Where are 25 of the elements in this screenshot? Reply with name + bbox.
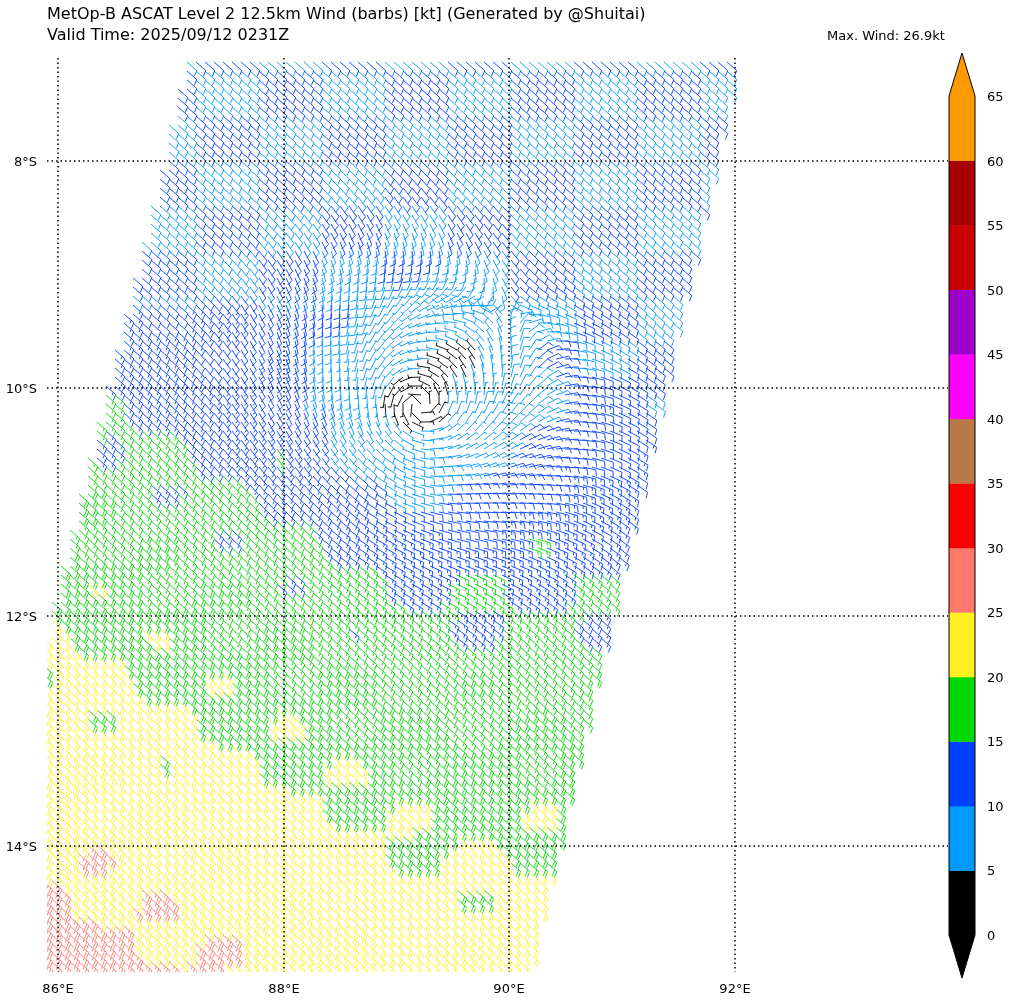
axis-tick-label: 86°E xyxy=(42,981,74,996)
colorbar-tick-label: 35 xyxy=(987,476,1004,492)
colorbar-tick-label: 50 xyxy=(987,282,1004,298)
axis-tick-label: 14°S xyxy=(5,839,37,854)
max-wind-text: Max. Wind: 26.9kt xyxy=(827,28,945,43)
colorbar-tick-label: 65 xyxy=(987,89,1004,104)
colorbar-tick-label: 55 xyxy=(987,218,1004,234)
chart-title: MetOp-B ASCAT Level 2 12.5km Wind (barbs) [kt] (Generated by @Shuitai) xyxy=(47,4,646,23)
colorbar-tick-label: 20 xyxy=(987,669,1004,685)
axis-tick-label: 12°S xyxy=(5,609,37,624)
colorbar-tick-label: 25 xyxy=(987,605,1004,621)
colorbar-tick-label: 30 xyxy=(987,540,1004,556)
colorbar-tick-label: 5 xyxy=(987,863,996,879)
colorbar-tick-label: 0 xyxy=(987,928,996,943)
axis-tick-label: 10°S xyxy=(5,381,37,396)
axis-tick-label: 88°E xyxy=(268,981,300,996)
valid-time-text: Valid Time: 2025/09/12 0231Z xyxy=(47,25,290,44)
colorbar-tick-label: 45 xyxy=(987,347,1004,363)
axis-tick-label: 92°E xyxy=(719,981,751,996)
axis-tick-label: 8°S xyxy=(13,154,37,169)
colorbar-tick-label: 10 xyxy=(987,798,1004,814)
axis-tick-label: 90°E xyxy=(493,981,525,996)
colorbar-tick-label: 40 xyxy=(987,411,1004,427)
colorbar-tick-label: 15 xyxy=(987,734,1004,750)
colorbar-tick-label: 60 xyxy=(987,153,1004,169)
